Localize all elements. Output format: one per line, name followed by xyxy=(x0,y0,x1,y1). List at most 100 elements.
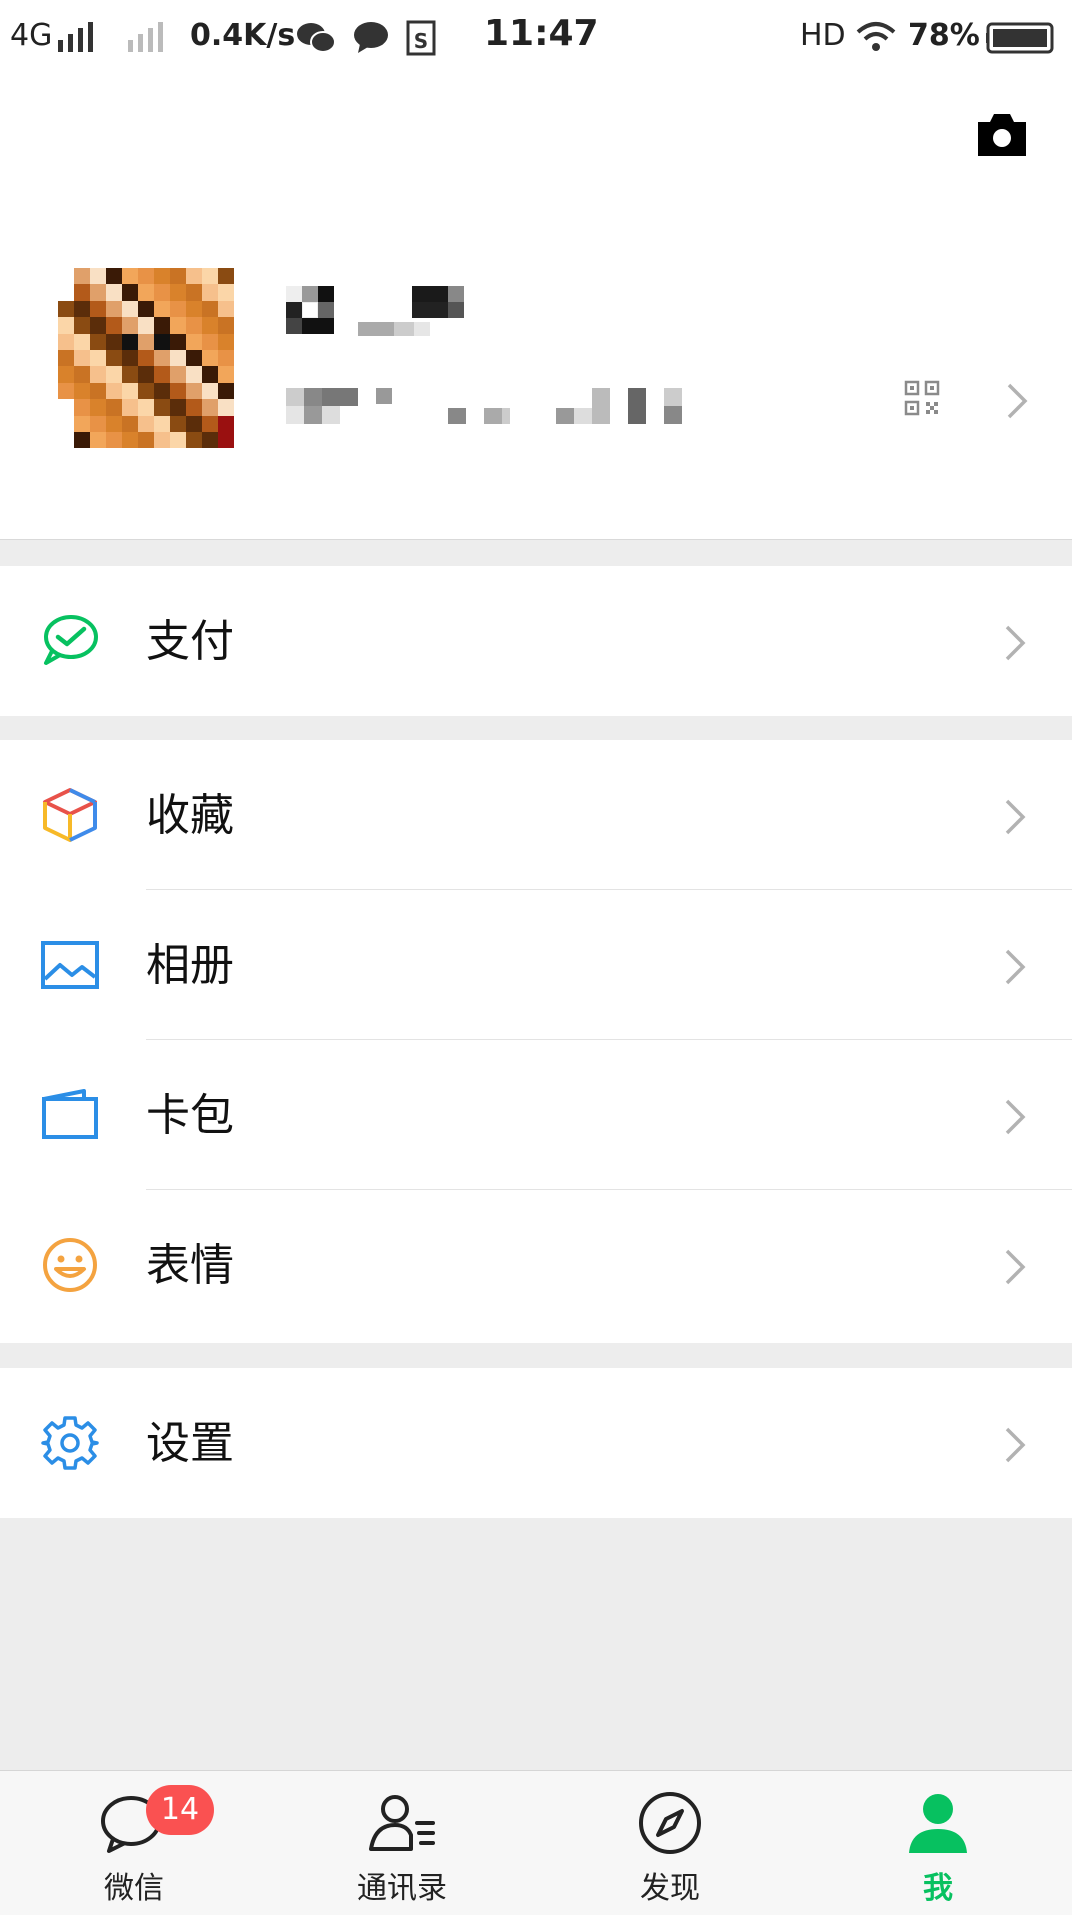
avatar-pixel xyxy=(106,300,122,318)
menu-item-cards[interactable]: 卡包 xyxy=(0,1040,1072,1190)
avatar-pixel xyxy=(106,317,122,334)
menu-label-pay: 支付 xyxy=(146,616,234,667)
smiley-icon xyxy=(43,1238,97,1292)
signal-strength-2-icon xyxy=(128,22,163,52)
app-notification-icon: S xyxy=(406,20,436,56)
message-notification-icon xyxy=(354,22,388,53)
avatar-pixel xyxy=(90,300,106,318)
avatar-pixel xyxy=(218,284,234,301)
avatar-pixel xyxy=(58,333,74,350)
tab-contacts[interactable]: 通讯录 xyxy=(268,1771,536,1915)
avatar-pixel xyxy=(58,317,74,334)
menu-label-settings: 设置 xyxy=(146,1418,234,1469)
avatar-pixel xyxy=(58,300,74,318)
avatar-pixel xyxy=(202,349,218,367)
chevron-right-icon xyxy=(1005,1099,1026,1135)
avatar-pixel xyxy=(138,399,154,416)
avatar-pixel xyxy=(122,415,138,432)
hd-indicator: HD xyxy=(800,18,846,53)
avatar-pixel xyxy=(170,268,186,285)
qr-code-icon[interactable] xyxy=(904,380,940,416)
avatar-pixel xyxy=(186,333,202,350)
avatar-pixel xyxy=(138,366,154,383)
menu-item-stickers[interactable]: 表情 xyxy=(0,1190,1072,1340)
avatar-pixel xyxy=(202,284,218,301)
avatar-pixel xyxy=(58,382,74,400)
avatar-pixel xyxy=(154,366,170,383)
tab-chats[interactable]: 14 微信 xyxy=(0,1771,268,1915)
avatar-pixel xyxy=(186,284,202,301)
avatar-pixel xyxy=(58,366,74,383)
avatar-pixel xyxy=(170,415,186,432)
avatar-pixel xyxy=(202,333,218,350)
avatar-pixel xyxy=(74,349,90,367)
network-speed: 0.4K/s xyxy=(190,18,296,53)
tab-label-discover: 发现 xyxy=(640,1871,700,1906)
compass-icon xyxy=(639,1792,701,1854)
battery-percent: 78% xyxy=(908,18,980,53)
avatar-pixel xyxy=(138,415,154,432)
avatar-pixel xyxy=(154,333,170,350)
avatar-pixel xyxy=(218,366,234,383)
avatar-pixel xyxy=(170,366,186,383)
avatar-pixel xyxy=(170,382,186,400)
avatar-pixel xyxy=(154,268,170,285)
avatar-pixel xyxy=(170,431,186,448)
tab-label-chats: 微信 xyxy=(104,1871,164,1906)
status-bar: 4G 0.4K/s S 11:47 HD 78% xyxy=(0,0,1072,76)
menu-item-favorites[interactable]: 收藏 xyxy=(0,740,1072,890)
avatar-pixel xyxy=(74,317,90,334)
avatar-pixel xyxy=(74,284,90,301)
avatar-pixel xyxy=(138,333,154,350)
avatar-pixel xyxy=(154,300,170,318)
avatar-pixel xyxy=(218,268,234,285)
avatar-pixel xyxy=(218,317,234,334)
avatar-pixel xyxy=(170,333,186,350)
avatar-pixel xyxy=(122,268,138,285)
avatar-pixel xyxy=(202,366,218,383)
tab-me[interactable]: 我 xyxy=(804,1771,1072,1915)
avatar-pixel xyxy=(186,415,202,432)
avatar-pixel xyxy=(74,300,90,318)
avatar-pixel xyxy=(122,431,138,448)
avatar[interactable] xyxy=(58,268,234,448)
gear-icon xyxy=(41,1416,99,1470)
pay-group: 支付 xyxy=(0,566,1072,716)
avatar-pixel xyxy=(202,399,218,416)
avatar-pixel xyxy=(202,415,218,432)
avatar-pixel xyxy=(218,349,234,367)
avatar-pixel xyxy=(106,268,122,285)
avatar-pixel xyxy=(122,399,138,416)
tab-discover[interactable]: 发现 xyxy=(536,1771,804,1915)
avatar-pixel xyxy=(58,415,74,432)
avatar-pixel xyxy=(154,382,170,400)
menu-item-album[interactable]: 相册 xyxy=(0,890,1072,1040)
wifi-icon xyxy=(856,22,896,51)
avatar-pixel xyxy=(106,349,122,367)
avatar-pixel xyxy=(106,415,122,432)
avatar-pixel xyxy=(74,366,90,383)
tab-label-me: 我 xyxy=(923,1871,953,1906)
image-icon xyxy=(41,941,99,989)
profile-header[interactable] xyxy=(0,76,1072,540)
chevron-right-icon xyxy=(1007,383,1028,419)
avatar-pixel xyxy=(202,382,218,400)
avatar-pixel xyxy=(90,382,106,400)
nickname xyxy=(286,276,486,336)
menu-item-pay[interactable]: 支付 xyxy=(0,566,1072,716)
avatar-pixel xyxy=(202,268,218,285)
avatar-pixel xyxy=(106,333,122,350)
menu-label-cards: 卡包 xyxy=(146,1090,234,1141)
wechat-id xyxy=(286,388,686,428)
avatar-pixel xyxy=(138,284,154,301)
camera-icon[interactable] xyxy=(974,112,1030,158)
avatar-pixel xyxy=(106,366,122,383)
menu-label-stickers: 表情 xyxy=(146,1240,234,1291)
avatar-pixel xyxy=(122,349,138,367)
avatar-pixel xyxy=(58,349,74,367)
unread-badge: 14 xyxy=(146,1785,214,1835)
wechat-pay-icon xyxy=(44,615,98,665)
avatar-pixel xyxy=(154,415,170,432)
menu-item-settings[interactable]: 设置 xyxy=(0,1368,1072,1518)
avatar-pixel xyxy=(122,333,138,350)
